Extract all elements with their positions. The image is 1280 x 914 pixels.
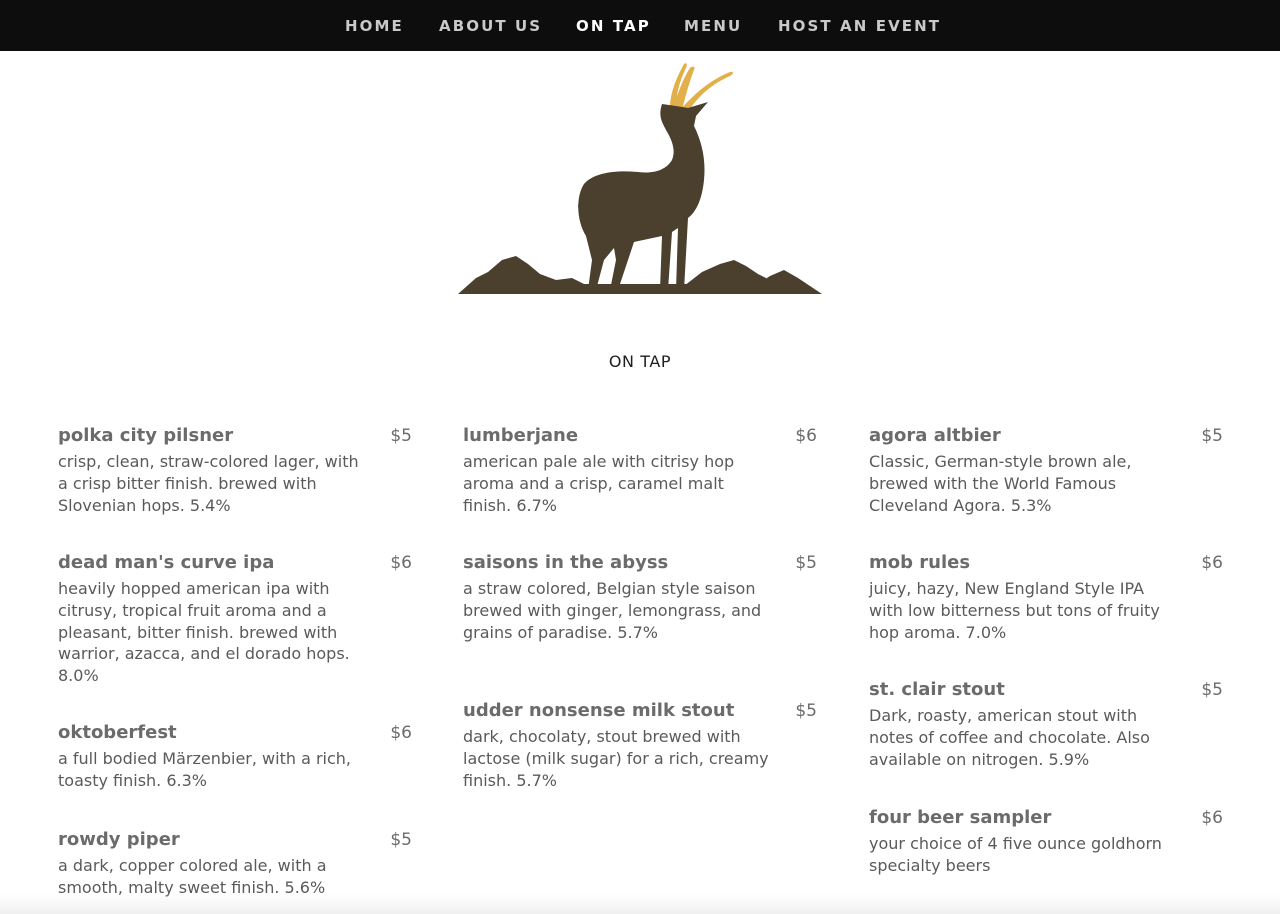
beer-description: dark, chocolaty, stout brewed with lacto… [463, 727, 769, 790]
beer-item: oktoberfest $6 a full bodied Märzenbier,… [58, 721, 418, 801]
beer-price: $5 [1201, 680, 1223, 700]
beer-name: st. clair stout [869, 679, 1005, 700]
goat-logo [458, 63, 822, 294]
beer-item: st. clair stout $5 Dark, roasty, america… [869, 678, 1229, 778]
beer-name: saisons in the abyss [463, 552, 669, 573]
top-navigation-bar: HOME ABOUT US ON TAP MENU HOST AN EVENT [0, 0, 1280, 51]
beer-item: saisons in the abyss $5 a straw colored,… [463, 551, 823, 671]
nav-link-on-tap[interactable]: ON TAP [576, 16, 651, 36]
beer-price: $6 [795, 426, 817, 446]
beer-name: rowdy piper [58, 829, 180, 850]
beer-description: a straw colored, Belgian style saison br… [463, 579, 762, 642]
beer-price: $5 [795, 553, 817, 573]
beer-item: mob rules $6 juicy, hazy, New England St… [869, 551, 1229, 651]
beer-description: juicy, hazy, New England Style IPA with … [869, 579, 1160, 642]
beer-description: Dark, roasty, american stout with notes … [869, 706, 1150, 769]
beer-description: a dark, copper colored ale, with a smoot… [58, 856, 327, 897]
beer-name: agora altbier [869, 425, 1001, 446]
beer-price: $6 [1201, 808, 1223, 828]
beer-description: your choice of 4 five ounce goldhorn spe… [869, 834, 1162, 875]
beer-price: $6 [390, 553, 412, 573]
nav-link-host-an-event[interactable]: HOST AN EVENT [778, 16, 941, 36]
beer-price: $6 [1201, 553, 1223, 573]
beer-name: oktoberfest [58, 722, 177, 743]
beer-item: lumberjane $6 american pale ale with cit… [463, 424, 823, 524]
beer-item: polka city pilsner $5 crisp, clean, stra… [58, 424, 418, 524]
page-title: ON TAP [608, 352, 672, 371]
bottom-fade [0, 894, 1280, 914]
beer-item: agora altbier $5 Classic, German-style b… [869, 424, 1229, 524]
beer-item: four beer sampler $6 your choice of 4 fi… [869, 806, 1229, 886]
nav-link-home[interactable]: HOME [345, 16, 404, 36]
beer-item: dead man's curve ipa $6 heavily hopped a… [58, 551, 418, 691]
beer-price: $5 [795, 701, 817, 721]
beer-name: dead man's curve ipa [58, 552, 275, 573]
beer-description: heavily hopped american ipa with citrusy… [58, 579, 350, 686]
beer-name: udder nonsense milk stout [463, 700, 735, 721]
nav-link-menu[interactable]: MENU [684, 16, 742, 36]
beer-price: $5 [390, 426, 412, 446]
beer-price: $5 [390, 830, 412, 850]
beer-name: lumberjane [463, 425, 579, 446]
beer-description: Classic, German-style brown ale, brewed … [869, 452, 1132, 515]
beer-name: mob rules [869, 552, 971, 573]
beer-price: $6 [390, 723, 412, 743]
nav-link-about-us[interactable]: ABOUT US [439, 16, 542, 36]
beer-name: four beer sampler [869, 807, 1052, 828]
beer-item: udder nonsense milk stout $5 dark, choco… [463, 699, 823, 799]
goat-silhouette [578, 102, 708, 290]
beer-name: polka city pilsner [58, 425, 234, 446]
beer-price: $5 [1201, 426, 1223, 446]
beer-description: a full bodied Märzenbier, with a rich, t… [58, 749, 352, 790]
beer-description: american pale ale with citrisy hop aroma… [463, 452, 735, 515]
mountain-range [458, 256, 822, 294]
beer-description: crisp, clean, straw-colored lager, with … [58, 452, 359, 515]
